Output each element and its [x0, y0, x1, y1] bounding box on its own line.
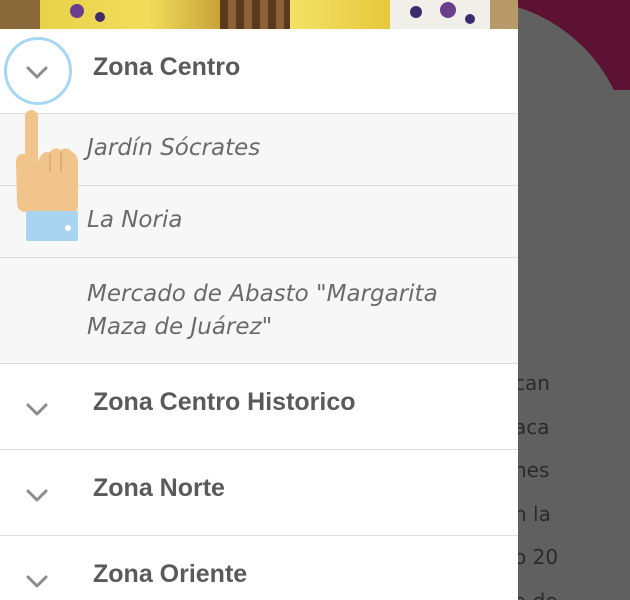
zone-label: Zona Norte [93, 474, 225, 502]
zone-centro-header[interactable]: Zona Centro [0, 29, 518, 114]
drawer-header-photo [0, 0, 518, 29]
list-item-label: Jardín Sócrates [87, 135, 261, 161]
list-item-label: Maza de Juárez" [87, 314, 273, 340]
list-item-label: La Noria [87, 207, 183, 233]
list-item-label: Mercado de Abasto "Margarita [87, 281, 438, 307]
chevron-down-icon[interactable] [22, 57, 52, 87]
zone-centro-historico-header[interactable]: Zona Centro Historico [0, 364, 518, 450]
zone-norte-header[interactable]: Zona Norte [0, 450, 518, 536]
background-text: can aca nes n la o 20 a de [514, 362, 630, 600]
zone-oriente-header[interactable]: Zona Oriente [0, 536, 518, 600]
zone-label: Zona Centro [93, 53, 241, 81]
background-text-line: o 20 [514, 545, 559, 569]
background-text-line: n la [514, 501, 551, 526]
background-text-line: a de [514, 580, 630, 600]
chevron-down-icon[interactable] [22, 480, 52, 510]
background-text-line: nes [514, 458, 550, 482]
zone-label: Zona Oriente [93, 560, 248, 588]
list-item-mercado-de-abasto[interactable]: Mercado de Abasto "Margarita Maza de Juá… [0, 258, 518, 364]
tap-hand-icon [16, 110, 78, 241]
zone-label: Zona Centro Historico [93, 388, 356, 416]
chevron-down-icon[interactable] [22, 566, 52, 596]
background-text-line: can [514, 371, 550, 395]
background-text-line: aca [514, 414, 550, 439]
chevron-down-icon[interactable] [22, 394, 52, 424]
